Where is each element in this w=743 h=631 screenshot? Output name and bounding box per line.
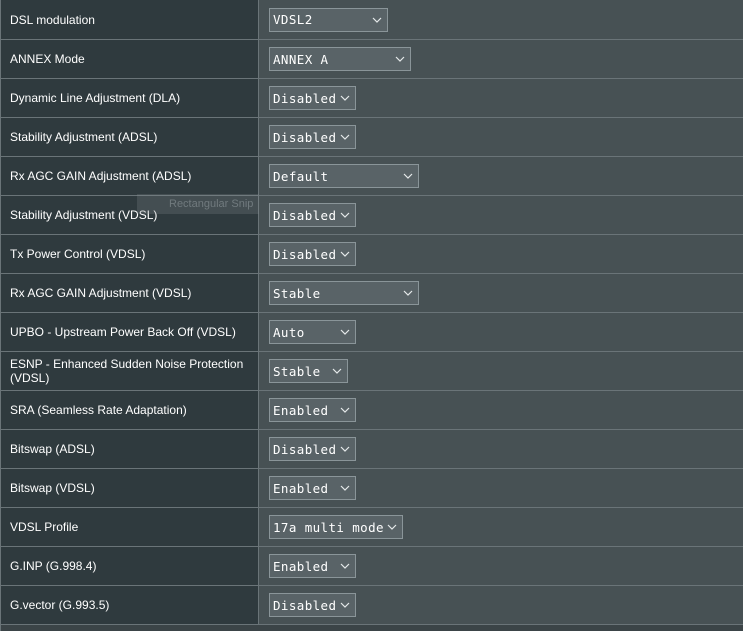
select-value: Disabled (273, 129, 337, 145)
row-label: ESNP - Enhanced Sudden Noise Protection … (1, 352, 259, 390)
select-value: Disabled (273, 246, 337, 262)
chevron-down-icon (340, 602, 350, 608)
select-value: Enabled (273, 480, 329, 496)
row-bitswap-adsl: Bitswap (ADSL) Disabled (1, 429, 743, 468)
row-label: DSL modulation (1, 0, 259, 39)
stability-vdsl-select[interactable]: Disabled (269, 203, 356, 227)
chevron-down-icon (340, 407, 350, 413)
row-label: Rx AGC GAIN Adjustment (ADSL) (1, 157, 259, 195)
row-value-cell: Disabled (259, 79, 743, 117)
row-label: Bitswap (VDSL) (1, 469, 259, 507)
chevron-down-icon (340, 485, 350, 491)
row-value-cell: Default (259, 157, 743, 195)
row-esnp-vdsl: ESNP - Enhanced Sudden Noise Protection … (1, 351, 743, 390)
sra-select[interactable]: Enabled (269, 398, 356, 422)
row-ginp: G.INP (G.998.4) Enabled (1, 546, 743, 585)
row-value-cell: Disabled (259, 196, 743, 234)
row-value-cell: Stable (259, 352, 743, 390)
row-value-cell: Disabled (259, 235, 743, 273)
row-value-cell: Stable (259, 274, 743, 312)
bitswap-vdsl-select[interactable]: Enabled (269, 476, 356, 500)
select-value: Disabled (273, 207, 337, 223)
select-value: Stable (273, 285, 321, 301)
select-value: ANNEX A (273, 51, 329, 67)
chevron-down-icon (403, 290, 413, 296)
row-value-cell: 17a multi mode (259, 508, 743, 546)
chevron-down-icon (332, 368, 342, 374)
select-value: Auto (273, 324, 305, 340)
row-rx-agc-adsl: Rx AGC GAIN Adjustment (ADSL) Default (1, 156, 743, 195)
chevron-down-icon (340, 446, 350, 452)
select-value: Disabled (273, 597, 337, 613)
row-label: Stability Adjustment (ADSL) (1, 118, 259, 156)
row-value-cell: Disabled (259, 118, 743, 156)
row-rx-agc-vdsl: Rx AGC GAIN Adjustment (VDSL) Stable (1, 273, 743, 312)
row-value-cell: Enabled (259, 547, 743, 585)
chevron-down-icon (340, 95, 350, 101)
esnp-vdsl-select[interactable]: Stable (269, 359, 348, 383)
chevron-down-icon (395, 56, 405, 62)
row-label: Bitswap (ADSL) (1, 430, 259, 468)
row-bitswap-vdsl: Bitswap (VDSL) Enabled (1, 468, 743, 507)
row-dla: Dynamic Line Adjustment (DLA) Disabled (1, 78, 743, 117)
annex-mode-select[interactable]: ANNEX A (269, 47, 411, 71)
select-value: Disabled (273, 441, 337, 457)
chevron-down-icon (340, 563, 350, 569)
row-value-cell: Enabled (259, 469, 743, 507)
select-value: Enabled (273, 558, 329, 574)
select-value: Stable (273, 363, 321, 379)
row-value-cell: Disabled (259, 430, 743, 468)
row-tx-power-vdsl: Tx Power Control (VDSL) Disabled (1, 234, 743, 273)
chevron-down-icon (340, 251, 350, 257)
chevron-down-icon (372, 17, 382, 23)
row-label: VDSL Profile (1, 508, 259, 546)
vdsl-profile-select[interactable]: 17a multi mode (269, 515, 403, 539)
select-value: Disabled (273, 90, 337, 106)
row-stability-adsl: Stability Adjustment (ADSL) Disabled (1, 117, 743, 156)
table-bottom-edge (1, 624, 743, 631)
stability-adsl-select[interactable]: Disabled (269, 125, 356, 149)
row-upbo-vdsl: UPBO - Upstream Power Back Off (VDSL) Au… (1, 312, 743, 351)
rx-agc-vdsl-select[interactable]: Stable (269, 281, 419, 305)
chevron-down-icon (340, 212, 350, 218)
row-label: UPBO - Upstream Power Back Off (VDSL) (1, 313, 259, 351)
row-vdsl-profile: VDSL Profile 17a multi mode (1, 507, 743, 546)
select-value: VDSL2 (273, 12, 313, 27)
row-value-cell: Enabled (259, 391, 743, 429)
chevron-down-icon (403, 173, 413, 179)
row-gvector: G.vector (G.993.5) Disabled (1, 585, 743, 624)
row-label: SRA (Seamless Rate Adaptation) (1, 391, 259, 429)
chevron-down-icon (340, 134, 350, 140)
gvector-select[interactable]: Disabled (269, 593, 356, 617)
select-value: Default (273, 168, 329, 184)
row-value-cell: Disabled (259, 586, 743, 624)
select-value: 17a multi mode (273, 519, 384, 535)
chevron-down-icon (340, 329, 350, 335)
row-label: ANNEX Mode (1, 40, 259, 78)
rectangular-snip-overlay: Rectangular Snip (137, 194, 259, 214)
row-sra: SRA (Seamless Rate Adaptation) Enabled (1, 390, 743, 429)
row-value-cell: Auto (259, 313, 743, 351)
dla-select[interactable]: Disabled (269, 86, 356, 110)
row-label: G.vector (G.993.5) (1, 586, 259, 624)
dsl-settings-table: DSL modulation VDSL2 ANNEX Mode ANNEX A … (0, 0, 743, 631)
row-label: Tx Power Control (VDSL) (1, 235, 259, 273)
row-label: Dynamic Line Adjustment (DLA) (1, 79, 259, 117)
select-value: Enabled (273, 402, 329, 418)
bitswap-adsl-select[interactable]: Disabled (269, 437, 356, 461)
chevron-down-icon (387, 524, 397, 530)
dsl-modulation-select[interactable]: VDSL2 (269, 7, 388, 32)
rx-agc-adsl-select[interactable]: Default (269, 164, 419, 188)
row-label: Rx AGC GAIN Adjustment (VDSL) (1, 274, 259, 312)
row-value-cell: ANNEX A (259, 40, 743, 78)
ginp-select[interactable]: Enabled (269, 554, 356, 578)
tx-power-vdsl-select[interactable]: Disabled (269, 242, 356, 266)
row-value-cell: VDSL2 (259, 0, 743, 39)
upbo-vdsl-select[interactable]: Auto (269, 320, 356, 344)
row-label: G.INP (G.998.4) (1, 547, 259, 585)
row-annex-mode: ANNEX Mode ANNEX A (1, 39, 743, 78)
row-stability-vdsl: Stability Adjustment (VDSL) Disabled (1, 195, 743, 234)
row-dsl-modulation: DSL modulation VDSL2 (1, 0, 743, 39)
